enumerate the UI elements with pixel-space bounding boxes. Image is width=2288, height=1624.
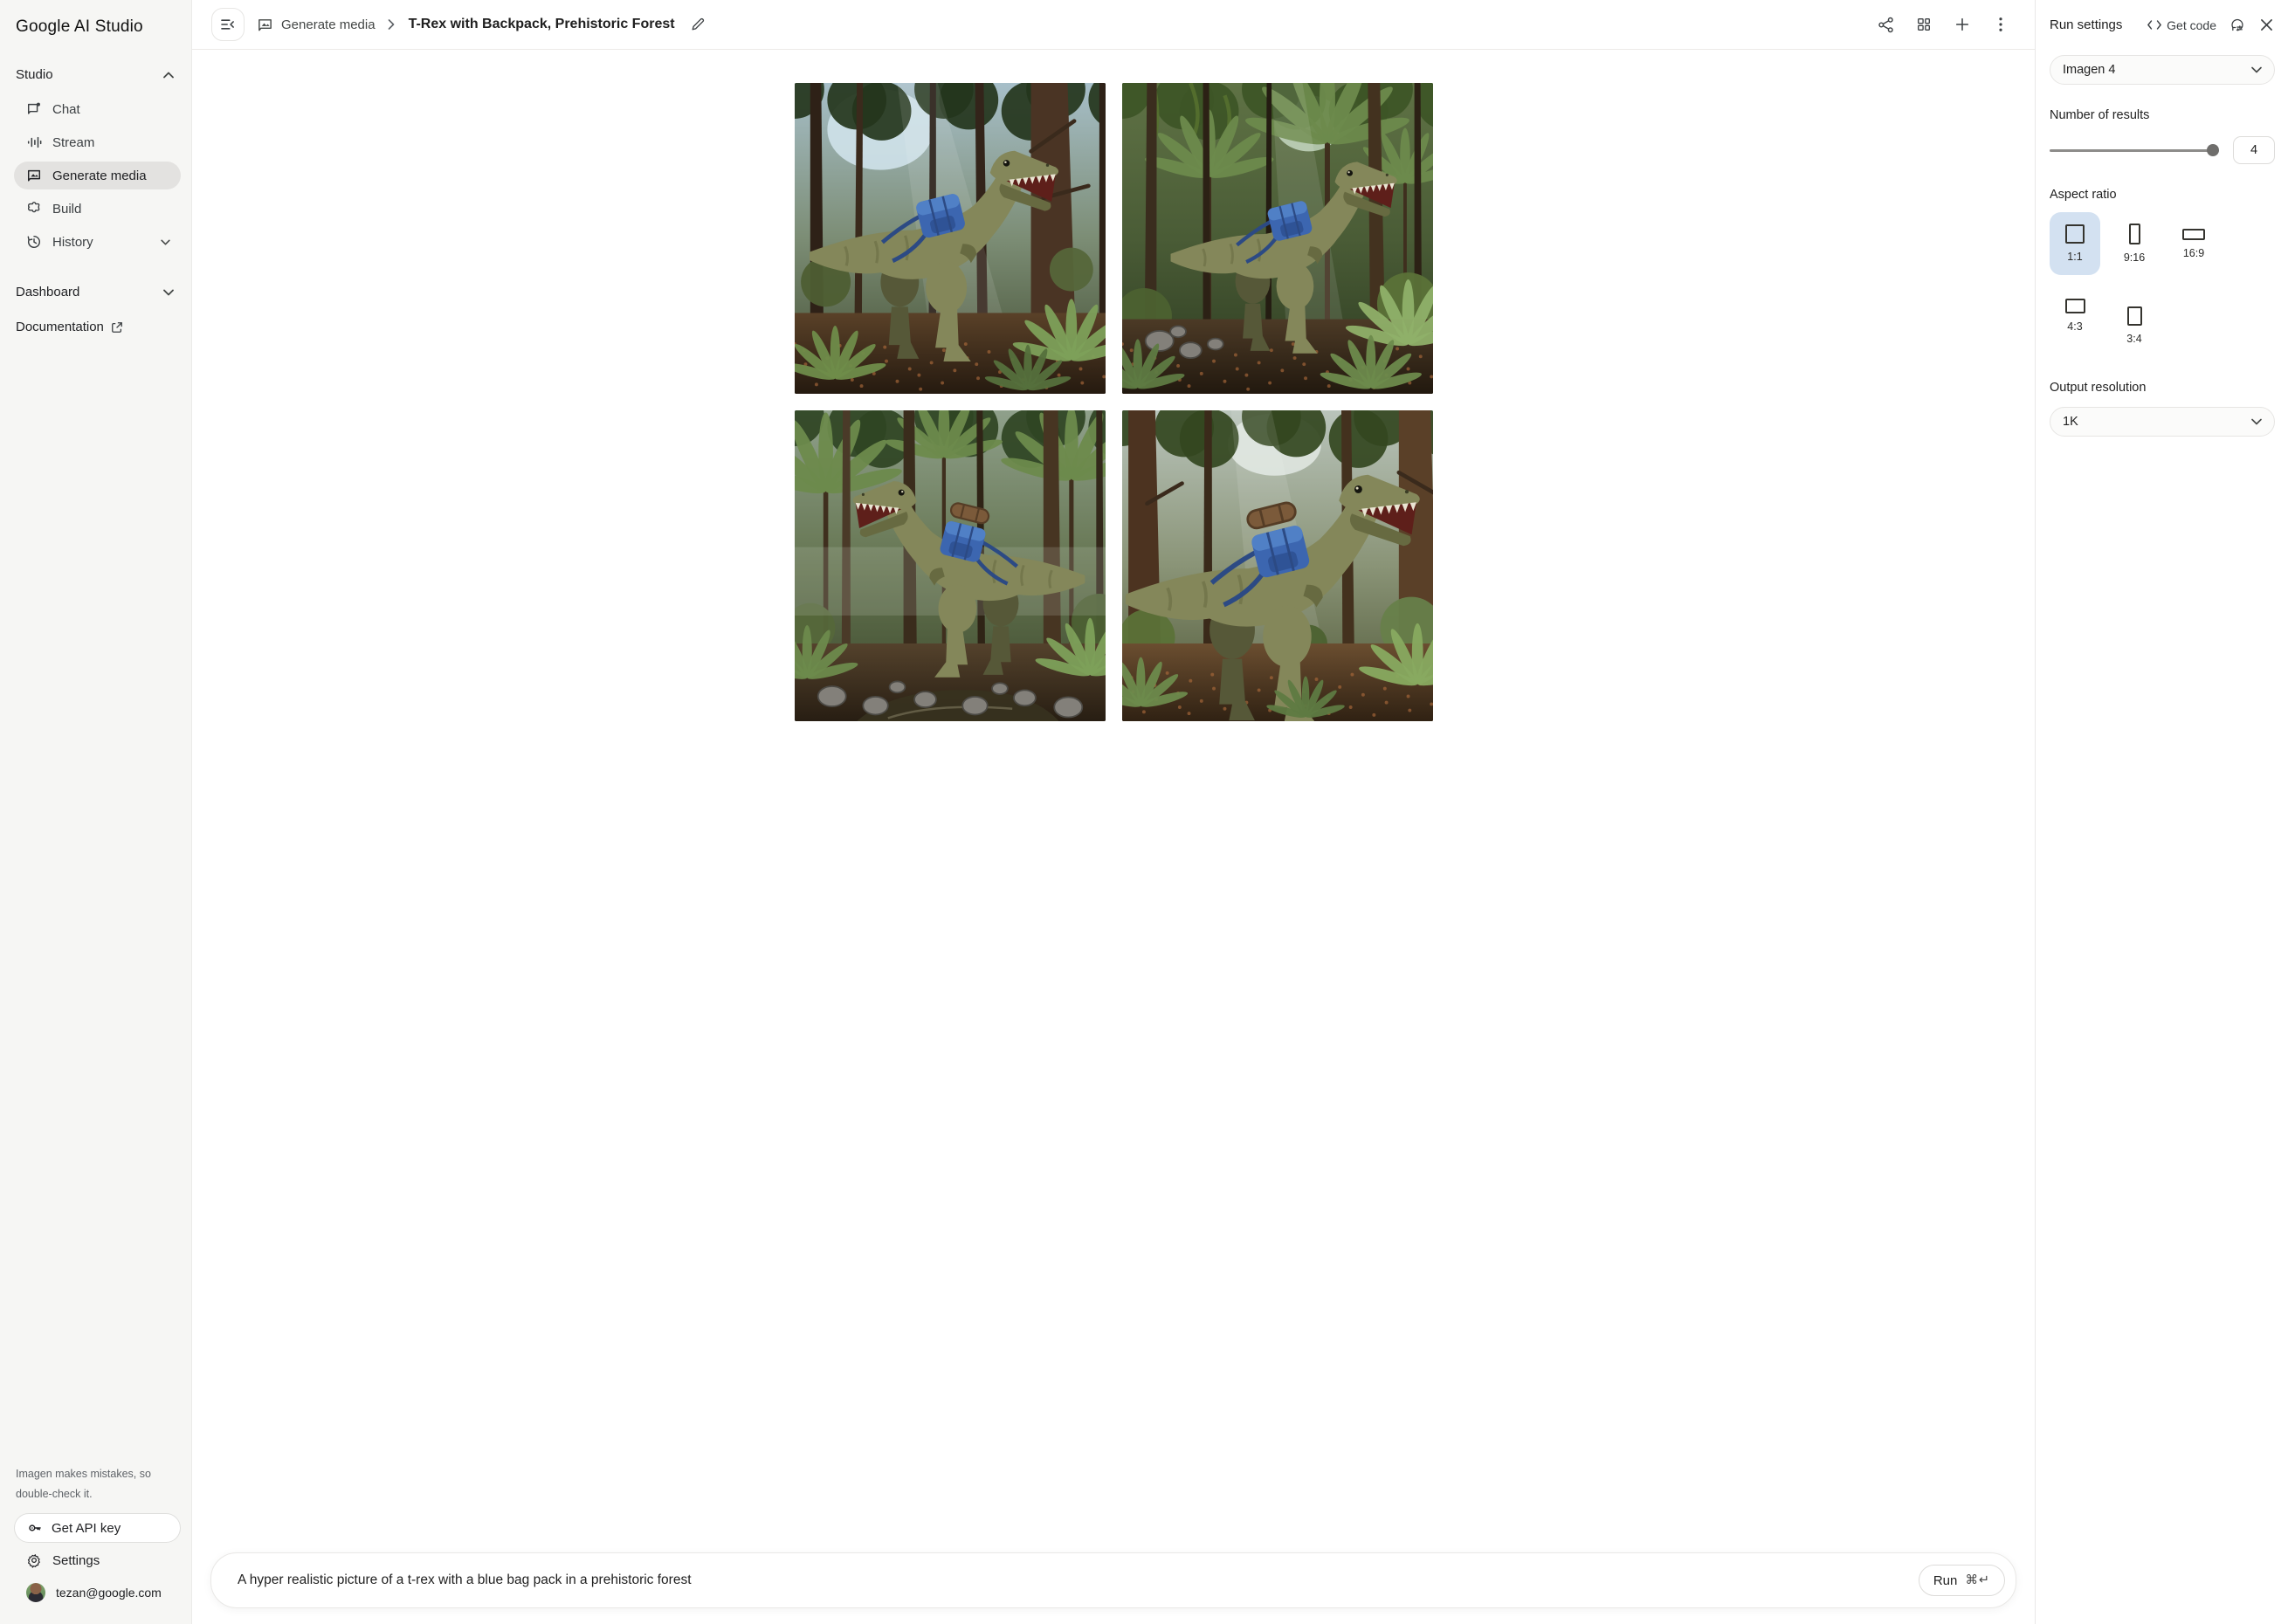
- sidebar-section-dashboard[interactable]: Dashboard: [14, 277, 181, 307]
- code-icon: [2147, 20, 2161, 30]
- prompt-bar: Run ⌘↵: [210, 1552, 2016, 1608]
- reset-settings-button[interactable]: [2227, 15, 2247, 35]
- sidebar: Google AI Studio Studio Chat Stream: [0, 0, 192, 1624]
- prompt-bar-container: Run ⌘↵: [192, 1544, 2035, 1624]
- collapse-sidebar-button[interactable]: [211, 8, 245, 41]
- run-label: Run: [1933, 1573, 1958, 1588]
- generated-image-2[interactable]: [1122, 83, 1433, 394]
- sidebar-item-chat[interactable]: Chat: [14, 95, 181, 123]
- page-title: T-Rex with Backpack, Prehistoric Forest: [409, 17, 675, 32]
- sidebar-item-label: Generate media: [52, 169, 147, 183]
- close-panel-button[interactable]: [2257, 16, 2276, 34]
- portrait-ratio-icon: [2129, 224, 2140, 244]
- main-area: Generate media T-Rex with Backpack, Preh…: [192, 0, 2035, 1624]
- run-shortcut: ⌘↵: [1965, 1573, 1990, 1587]
- chat-icon: [26, 101, 42, 117]
- landscape-ratio-icon: [2065, 299, 2085, 313]
- sidebar-item-label: Chat: [52, 102, 80, 117]
- widescreen-ratio-icon: [2182, 229, 2205, 240]
- sidebar-item-history[interactable]: History: [14, 228, 181, 256]
- output-resolution-label: Output resolution: [2050, 381, 2275, 395]
- share-button[interactable]: [1871, 10, 1900, 39]
- results-area: Run ⌘↵: [192, 50, 2035, 1624]
- number-of-results-slider[interactable]: [2050, 144, 2219, 156]
- prompt-input[interactable]: [238, 1572, 1906, 1588]
- app-window: Google AI Studio Studio Chat Stream: [0, 0, 2288, 1624]
- new-prompt-button[interactable]: [1947, 10, 1977, 39]
- avatar: [26, 1583, 45, 1602]
- get-code-label: Get code: [2167, 18, 2216, 32]
- sidebar-item-label: History: [52, 235, 93, 250]
- breadcrumb[interactable]: Generate media: [257, 17, 376, 33]
- main-header: Generate media T-Rex with Backpack, Preh…: [192, 0, 2035, 50]
- aspect-ratio-label: Aspect ratio: [2050, 188, 2275, 202]
- number-of-results-input[interactable]: [2233, 136, 2275, 164]
- run-settings-panel: Run settings Get code Imagen 4 Num: [2035, 0, 2288, 1624]
- slider-handle[interactable]: [2207, 144, 2219, 156]
- output-resolution-value: 1K: [2063, 415, 2078, 429]
- chevron-down-icon: [2251, 66, 2262, 73]
- output-resolution-select[interactable]: 1K: [2050, 407, 2275, 437]
- aspect-ratio-16-9[interactable]: 16:9: [2168, 212, 2219, 275]
- get-api-key-button[interactable]: Get API key: [14, 1513, 181, 1543]
- chevron-up-icon: [163, 72, 174, 79]
- run-settings-title: Run settings: [2050, 17, 2137, 32]
- breadcrumb-label: Generate media: [281, 17, 376, 32]
- chevron-down-icon: [163, 289, 174, 296]
- key-icon: [27, 1520, 43, 1536]
- external-link-icon: [111, 321, 123, 334]
- aspect-ratio-9-16[interactable]: 9:16: [2109, 212, 2160, 275]
- puzzle-icon: [26, 201, 42, 217]
- dashboard-section-label: Dashboard: [16, 285, 79, 299]
- sidebar-footer: Imagen makes mistakes, so double-check i…: [14, 1464, 181, 1612]
- chevron-down-icon: [2251, 418, 2262, 425]
- disclaimer-text: Imagen makes mistakes, so double-check i…: [14, 1464, 181, 1513]
- generated-image-4[interactable]: [1122, 410, 1433, 721]
- generated-image-1[interactable]: [795, 83, 1106, 394]
- generate-media-icon: [257, 17, 273, 33]
- aspect-ratio-options: 1:1 9:16 16:9 4:3 3:4: [2050, 212, 2275, 357]
- sidebar-item-generate-media[interactable]: Generate media: [14, 162, 181, 189]
- aspect-ratio-1-1[interactable]: 1:1: [2050, 212, 2100, 275]
- layout-grid-button[interactable]: [1909, 10, 1939, 39]
- studio-section-label: Studio: [16, 67, 53, 82]
- generate-media-icon: [26, 168, 42, 183]
- sidebar-item-stream[interactable]: Stream: [14, 128, 181, 156]
- generated-image-3[interactable]: [795, 410, 1106, 721]
- sidebar-items: Chat Stream Generate media Build: [14, 95, 181, 261]
- sidebar-section-studio[interactable]: Studio: [14, 59, 181, 90]
- settings-button[interactable]: Settings: [14, 1543, 181, 1578]
- account-email: tezan@google.com: [56, 1586, 162, 1600]
- model-select[interactable]: Imagen 4: [2050, 55, 2275, 85]
- aspect-ratio-4-3[interactable]: 4:3: [2050, 284, 2100, 347]
- square-ratio-icon: [2065, 224, 2085, 244]
- sidebar-item-label: Stream: [52, 135, 94, 150]
- header-actions: [1871, 10, 2016, 39]
- sidebar-item-documentation[interactable]: Documentation: [14, 311, 181, 343]
- run-button[interactable]: Run ⌘↵: [1919, 1565, 2005, 1596]
- number-of-results-control: [2050, 136, 2275, 164]
- number-of-results-label: Number of results: [2050, 108, 2275, 122]
- sidebar-item-build[interactable]: Build: [14, 195, 181, 223]
- chevron-down-icon: [161, 239, 170, 245]
- get-code-button[interactable]: Get code: [2147, 18, 2216, 32]
- documentation-label: Documentation: [16, 320, 104, 334]
- model-select-value: Imagen 4: [2063, 63, 2115, 77]
- more-options-button[interactable]: [1986, 10, 2016, 39]
- chevron-right-icon: [388, 19, 395, 30]
- aspect-ratio-3-4[interactable]: 3:4: [2109, 294, 2160, 357]
- waveform-icon: [26, 134, 42, 150]
- gear-icon: [26, 1552, 42, 1568]
- app-logo: Google AI Studio: [14, 12, 181, 37]
- sidebar-item-label: Build: [52, 202, 81, 217]
- run-settings-header: Run settings Get code: [2036, 0, 2288, 50]
- generated-image-grid: [192, 50, 2035, 826]
- account-button[interactable]: tezan@google.com: [14, 1578, 181, 1612]
- history-icon: [26, 234, 42, 250]
- edit-title-button[interactable]: [687, 14, 708, 35]
- get-api-key-label: Get API key: [52, 1521, 121, 1536]
- run-settings-body: Imagen 4 Number of results Aspect ratio …: [2036, 50, 2288, 437]
- tall-ratio-icon: [2127, 306, 2142, 326]
- settings-label: Settings: [52, 1553, 100, 1568]
